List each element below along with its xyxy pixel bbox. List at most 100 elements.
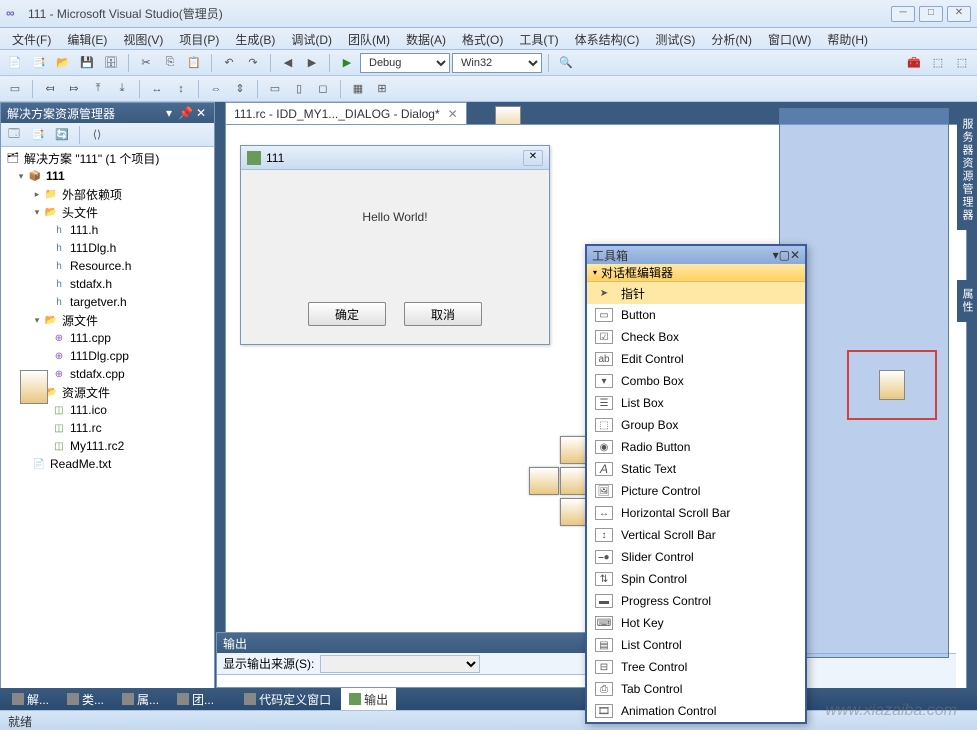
same-height-icon[interactable]: ▯ xyxy=(288,78,310,100)
nav-fwd-icon[interactable]: ▶ xyxy=(301,52,323,74)
menu-architecture[interactable]: 体系结构(C) xyxy=(567,28,648,49)
toolbox-item-pointer[interactable]: ➤指针 xyxy=(587,282,805,304)
tab-close-icon[interactable]: ✕ xyxy=(448,107,458,121)
menu-edit[interactable]: 编辑(E) xyxy=(59,28,115,49)
tree-file[interactable]: ◫111.rc xyxy=(3,419,212,437)
redo-icon[interactable]: ↷ xyxy=(242,52,264,74)
btab-output[interactable]: 输出 xyxy=(341,688,396,711)
save-all-icon[interactable]: 🗄 xyxy=(100,52,122,74)
undo-icon[interactable]: ↶ xyxy=(218,52,240,74)
panel-pin-icon[interactable]: 📌 xyxy=(178,106,192,120)
static-text-hello[interactable]: Hello World! xyxy=(251,210,539,224)
ext-icon[interactable]: ⬚ xyxy=(927,52,949,74)
toolbox-item-static[interactable]: AStatic Text xyxy=(587,458,805,480)
tree-file[interactable]: ⊕111.cpp xyxy=(3,329,212,347)
properties-tab[interactable]: 属性 xyxy=(957,280,977,322)
menu-analyze[interactable]: 分析(N) xyxy=(703,28,760,49)
solution-tree[interactable]: 🗂解决方案 "111" (1 个项目) ▾📦111 ▸📁外部依赖项 ▾📂头文件 … xyxy=(1,147,214,709)
add-item-icon[interactable]: 📑 xyxy=(28,52,50,74)
tree-headers-folder[interactable]: ▾📂头文件 xyxy=(3,203,212,221)
toolbox-item-button[interactable]: ▭Button xyxy=(587,304,805,326)
maximize-button[interactable]: □ xyxy=(919,6,943,22)
tree-readme[interactable]: 📄ReadMe.txt xyxy=(3,455,212,473)
toolbox-item-tree[interactable]: ⊟Tree Control xyxy=(587,656,805,678)
btab-props[interactable]: 属... xyxy=(114,688,167,711)
menu-tools[interactable]: 工具(T) xyxy=(511,28,566,49)
tree-extern-deps[interactable]: ▸📁外部依赖项 xyxy=(3,185,212,203)
toolbox-icon[interactable]: 🧰 xyxy=(903,52,925,74)
menu-view[interactable]: 视图(V) xyxy=(115,28,171,49)
menu-window[interactable]: 窗口(W) xyxy=(760,28,819,49)
menu-debug[interactable]: 调试(D) xyxy=(283,28,340,49)
cancel-button[interactable]: 取消 xyxy=(404,302,482,326)
menu-help[interactable]: 帮助(H) xyxy=(819,28,876,49)
toolbox-item-slider[interactable]: ⎯●Slider Control xyxy=(587,546,805,568)
minimize-button[interactable]: ─ xyxy=(891,6,915,22)
menu-data[interactable]: 数据(A) xyxy=(398,28,454,49)
tree-file[interactable]: htargetver.h xyxy=(3,293,212,311)
output-source-combo[interactable] xyxy=(320,655,480,673)
align-left-icon[interactable]: ⤆ xyxy=(39,78,61,100)
panel-close-icon[interactable]: ✕ xyxy=(194,106,208,120)
grid-icon[interactable]: ▦ xyxy=(347,78,369,100)
menu-build[interactable]: 生成(B) xyxy=(227,28,283,49)
dock-left-target-icon[interactable] xyxy=(20,370,48,404)
config-combo[interactable]: Debug xyxy=(360,53,450,73)
server-explorer-tab[interactable]: 服务器资源管理器 xyxy=(957,110,977,230)
close-button[interactable]: ✕ xyxy=(947,6,971,22)
align-bottom-icon[interactable]: ⤓ xyxy=(111,78,133,100)
toolbox-item-tab[interactable]: ⎙Tab Control xyxy=(587,678,805,700)
toolbox-close-icon[interactable]: ✕ xyxy=(790,248,800,262)
toolbox-item-picture[interactable]: 🖼Picture Control xyxy=(587,480,805,502)
dock-right-target-icon[interactable] xyxy=(879,370,905,400)
show-all-icon[interactable]: 📑 xyxy=(27,124,49,146)
dialog-close-icon[interactable]: ✕ xyxy=(523,150,543,166)
toolbox-panel[interactable]: 工具箱 ▾ ▢ ✕ 对话框编辑器 ➤指针 ▭Button ☑Check Box … xyxy=(585,244,807,724)
space-v-icon[interactable]: ⇕ xyxy=(229,78,251,100)
toolbox-item-edit[interactable]: abEdit Control xyxy=(587,348,805,370)
toolbox-item-vscroll[interactable]: ↕Vertical Scroll Bar xyxy=(587,524,805,546)
menu-file[interactable]: 文件(F) xyxy=(4,28,59,49)
cut-icon[interactable]: ✂ xyxy=(135,52,157,74)
guides-icon[interactable]: ⊞ xyxy=(371,78,393,100)
toolbox-item-hotkey[interactable]: ⌨Hot Key xyxy=(587,612,805,634)
menu-test[interactable]: 测试(S) xyxy=(647,28,703,49)
toolbox-item-radio[interactable]: ◉Radio Button xyxy=(587,436,805,458)
tree-file[interactable]: ◫My111.rc2 xyxy=(3,437,212,455)
toolbox-item-groupbox[interactable]: ⬚Group Box xyxy=(587,414,805,436)
tree-file[interactable]: hstdafx.h xyxy=(3,275,212,293)
tree-sources-folder[interactable]: ▾📂源文件 xyxy=(3,311,212,329)
center-h-icon[interactable]: ↔ xyxy=(146,78,168,100)
paste-icon[interactable]: 📋 xyxy=(183,52,205,74)
toolbox-item-listbox[interactable]: ☰List Box xyxy=(587,392,805,414)
toolbox-item-combo[interactable]: ▾Combo Box xyxy=(587,370,805,392)
menu-team[interactable]: 团队(M) xyxy=(340,28,398,49)
tree-file[interactable]: h111.h xyxy=(3,221,212,239)
view-code-icon[interactable]: ⟨⟩ xyxy=(86,124,108,146)
dock-left-icon[interactable] xyxy=(529,467,559,495)
refresh-icon[interactable]: 🔄 xyxy=(51,124,73,146)
same-width-icon[interactable]: ▭ xyxy=(264,78,286,100)
toolbox-item-spin[interactable]: ⇅Spin Control xyxy=(587,568,805,590)
toolbox-item-checkbox[interactable]: ☑Check Box xyxy=(587,326,805,348)
start-debug-icon[interactable]: ▶ xyxy=(336,52,358,74)
find-icon[interactable]: 🔍 xyxy=(555,52,577,74)
space-h-icon[interactable]: ⇔ xyxy=(205,78,227,100)
same-size-icon[interactable]: ◻ xyxy=(312,78,334,100)
tree-project[interactable]: ▾📦111 xyxy=(3,167,212,185)
tree-file[interactable]: h111Dlg.h xyxy=(3,239,212,257)
toolbox-item-progress[interactable]: ▬Progress Control xyxy=(587,590,805,612)
properties-icon[interactable]: 🗔 xyxy=(3,124,25,146)
btab-team[interactable]: 团... xyxy=(169,688,222,711)
tree-file[interactable]: ⊕111Dlg.cpp xyxy=(3,347,212,365)
platform-combo[interactable]: Win32 xyxy=(452,53,542,73)
menu-project[interactable]: 项目(P) xyxy=(171,28,227,49)
btab-solution[interactable]: 解... xyxy=(4,688,57,711)
toolbox-category[interactable]: 对话框编辑器 xyxy=(587,264,805,282)
ext2-icon[interactable]: ⬚ xyxy=(951,52,973,74)
btab-class[interactable]: 类... xyxy=(59,688,112,711)
center-v-icon[interactable]: ↕ xyxy=(170,78,192,100)
align-right-icon[interactable]: ⤇ xyxy=(63,78,85,100)
btab-codedef[interactable]: 代码定义窗口 xyxy=(236,688,339,711)
copy-icon[interactable]: ⎘ xyxy=(159,52,181,74)
